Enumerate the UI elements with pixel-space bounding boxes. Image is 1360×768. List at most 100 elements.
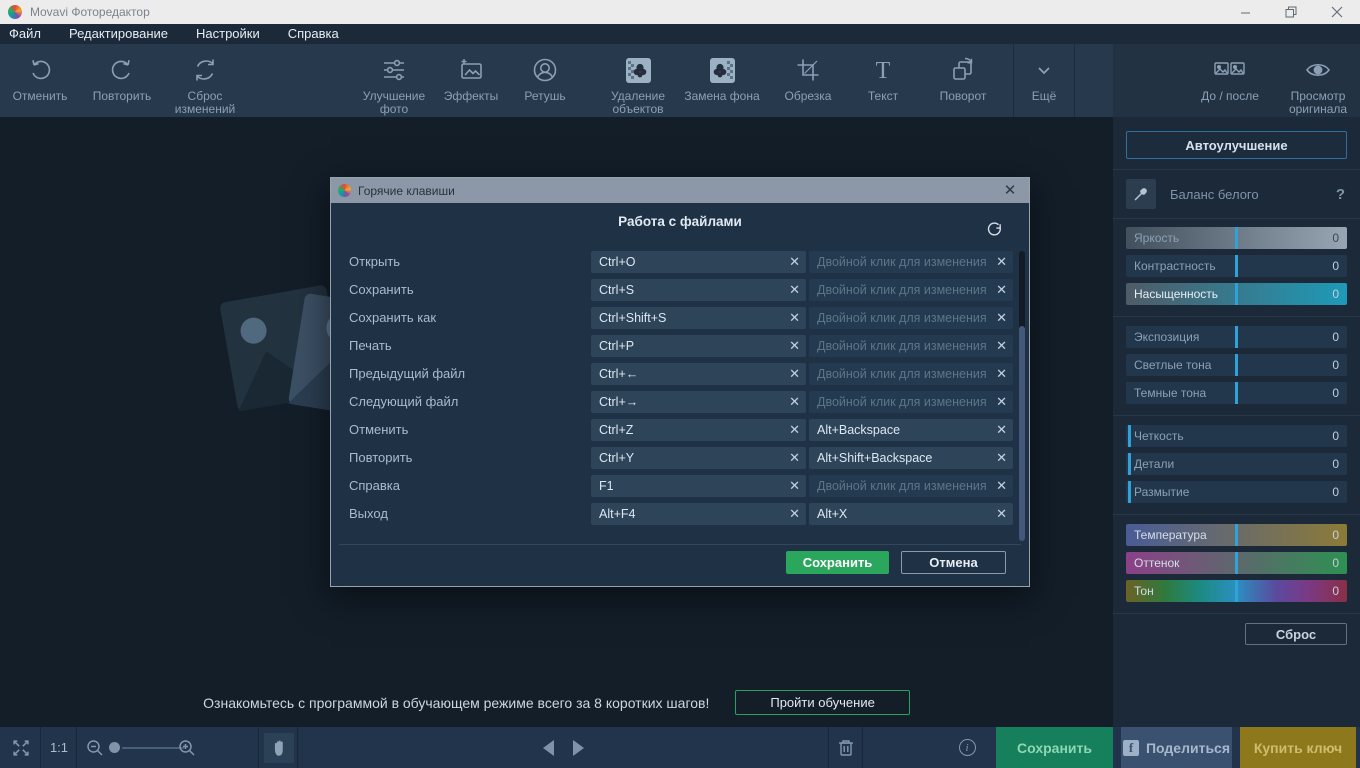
take-tutorial-button[interactable]: Пройти обучение (735, 690, 909, 715)
hotkey-secondary-input[interactable]: Alt+X ✕ (809, 503, 1013, 525)
redo-button[interactable]: Повторить (82, 44, 162, 117)
clear-hotkey-icon[interactable]: ✕ (996, 251, 1007, 273)
dialog-cancel-button[interactable]: Отмена (901, 551, 1006, 574)
brightness-slider[interactable]: Яркость 0 (1126, 227, 1347, 249)
hotkey-primary-input[interactable]: Ctrl+Z ✕ (591, 419, 806, 441)
hotkey-secondary-input[interactable]: Alt+Backspace ✕ (809, 419, 1013, 441)
hotkey-secondary-input[interactable]: Двойной клик для изменения ✕ (809, 363, 1013, 385)
hotkey-secondary-input[interactable]: Двойной клик для изменения ✕ (809, 391, 1013, 413)
reset-changes-button[interactable]: Сброс изменений (163, 44, 247, 117)
clear-hotkey-icon[interactable]: ✕ (996, 279, 1007, 301)
clear-hotkey-icon[interactable]: ✕ (996, 447, 1007, 469)
hotkey-secondary-input[interactable]: Двойной клик для изменения ✕ (809, 475, 1013, 497)
slider-handle[interactable] (1235, 580, 1238, 602)
slider-handle[interactable] (1235, 354, 1238, 376)
saturation-slider[interactable]: Насыщенность 0 (1126, 283, 1347, 305)
hotkey-secondary-input[interactable]: Двойной клик для изменения ✕ (809, 251, 1013, 273)
zoom-in-button[interactable] (176, 727, 198, 768)
tool-remove-objects[interactable]: Удаление объектов (594, 44, 682, 117)
hotkey-secondary-input[interactable]: Alt+Shift+Backspace ✕ (809, 447, 1013, 469)
tool-replace-background[interactable]: Замена фона (684, 44, 760, 117)
exposure-slider[interactable]: Экспозиция 0 (1126, 326, 1347, 348)
hotkey-primary-input[interactable]: Ctrl+S ✕ (591, 279, 806, 301)
blur-slider[interactable]: Размытие 0 (1126, 481, 1347, 503)
clear-hotkey-icon[interactable]: ✕ (789, 251, 800, 273)
menu-edit[interactable]: Редактирование (55, 24, 182, 44)
slider-handle[interactable] (1128, 425, 1131, 447)
dialog-scrollbar-thumb[interactable] (1019, 326, 1025, 541)
hotkey-primary-input[interactable]: Ctrl+→ ✕ (591, 391, 806, 413)
highlights-slider[interactable]: Светлые тона 0 (1126, 354, 1347, 376)
shadows-slider[interactable]: Темные тона 0 (1126, 382, 1347, 404)
auto-enhance-button[interactable]: Автоулучшение (1126, 131, 1347, 159)
hotkey-primary-input[interactable]: Ctrl+Y ✕ (591, 447, 806, 469)
actual-size-button[interactable]: 1:1 (44, 727, 74, 768)
delete-image-button[interactable] (833, 727, 859, 768)
tool-effects[interactable]: Эффекты (436, 44, 506, 117)
hand-tool-button[interactable] (264, 733, 294, 763)
hotkey-primary-input[interactable]: Ctrl+← ✕ (591, 363, 806, 385)
view-original-button[interactable]: Просмотр оригинала (1277, 44, 1359, 117)
dialog-titlebar[interactable]: Горячие клавиши ✕ (331, 178, 1029, 203)
menu-settings[interactable]: Настройки (182, 24, 274, 44)
close-icon[interactable] (1314, 6, 1360, 18)
hue-slider[interactable]: Тон 0 (1126, 580, 1347, 602)
save-button[interactable]: Сохранить (996, 727, 1113, 768)
hotkey-primary-input[interactable]: Ctrl+P ✕ (591, 335, 806, 357)
tool-crop[interactable]: Обрезка (768, 44, 848, 117)
hotkey-primary-input[interactable]: Alt+F4 ✕ (591, 503, 806, 525)
slider-handle[interactable] (1235, 524, 1238, 546)
undo-button[interactable]: Отменить (0, 44, 80, 117)
zoom-slider-handle[interactable] (109, 742, 120, 753)
zoom-slider-track[interactable] (122, 747, 184, 749)
hotkey-primary-input[interactable]: Ctrl+O ✕ (591, 251, 806, 273)
clear-hotkey-icon[interactable]: ✕ (789, 279, 800, 301)
tool-rotate[interactable]: Поворот (920, 44, 1006, 117)
clear-hotkey-icon[interactable]: ✕ (996, 503, 1007, 525)
clear-hotkey-icon[interactable]: ✕ (996, 419, 1007, 441)
reset-adjustments-button[interactable]: Сброс (1245, 623, 1347, 645)
menu-help[interactable]: Справка (274, 24, 353, 44)
clear-hotkey-icon[interactable]: ✕ (789, 335, 800, 357)
clear-hotkey-icon[interactable]: ✕ (996, 307, 1007, 329)
tool-more[interactable]: Ещё (1014, 44, 1074, 117)
hotkey-secondary-input[interactable]: Двойной клик для изменения ✕ (809, 279, 1013, 301)
details-slider[interactable]: Детали 0 (1126, 453, 1347, 475)
minimize-icon[interactable] (1222, 7, 1268, 18)
clear-hotkey-icon[interactable]: ✕ (789, 419, 800, 441)
hotkey-primary-input[interactable]: F1 ✕ (591, 475, 806, 497)
dialog-scrollbar[interactable] (1019, 251, 1025, 541)
before-after-button[interactable]: До / после (1185, 44, 1275, 117)
contrast-slider[interactable]: Контрастность 0 (1126, 255, 1347, 277)
clear-hotkey-icon[interactable]: ✕ (789, 363, 800, 385)
clear-hotkey-icon[interactable]: ✕ (789, 447, 800, 469)
previous-image-button[interactable] (536, 727, 560, 768)
eyedropper-button[interactable] (1126, 179, 1156, 209)
restore-icon[interactable] (1268, 6, 1314, 18)
sharpness-slider[interactable]: Четкость 0 (1126, 425, 1347, 447)
tint-slider[interactable]: Оттенок 0 (1126, 552, 1347, 574)
slider-handle[interactable] (1235, 382, 1238, 404)
tool-retouch[interactable]: Ретушь (508, 44, 582, 117)
slider-handle[interactable] (1128, 453, 1131, 475)
temperature-slider[interactable]: Температура 0 (1126, 524, 1347, 546)
clear-hotkey-icon[interactable]: ✕ (996, 363, 1007, 385)
hotkey-primary-input[interactable]: Ctrl+Shift+S ✕ (591, 307, 806, 329)
fit-to-screen-button[interactable] (6, 727, 36, 768)
next-image-button[interactable] (566, 727, 590, 768)
buy-key-button[interactable]: Купить ключ (1240, 727, 1356, 768)
clear-hotkey-icon[interactable]: ✕ (996, 475, 1007, 497)
slider-handle[interactable] (1235, 227, 1238, 249)
help-icon[interactable]: ? (1336, 186, 1345, 203)
clear-hotkey-icon[interactable]: ✕ (789, 391, 800, 413)
tool-enhance[interactable]: Улучшение фото (352, 44, 436, 117)
dialog-close-icon[interactable]: ✕ (999, 178, 1021, 203)
hotkey-secondary-input[interactable]: Двойной клик для изменения ✕ (809, 335, 1013, 357)
share-button[interactable]: f Поделиться (1121, 727, 1232, 768)
dialog-save-button[interactable]: Сохранить (786, 551, 889, 574)
slider-handle[interactable] (1235, 255, 1238, 277)
slider-handle[interactable] (1235, 283, 1238, 305)
hotkey-secondary-input[interactable]: Двойной клик для изменения ✕ (809, 307, 1013, 329)
clear-hotkey-icon[interactable]: ✕ (789, 475, 800, 497)
slider-handle[interactable] (1235, 326, 1238, 348)
